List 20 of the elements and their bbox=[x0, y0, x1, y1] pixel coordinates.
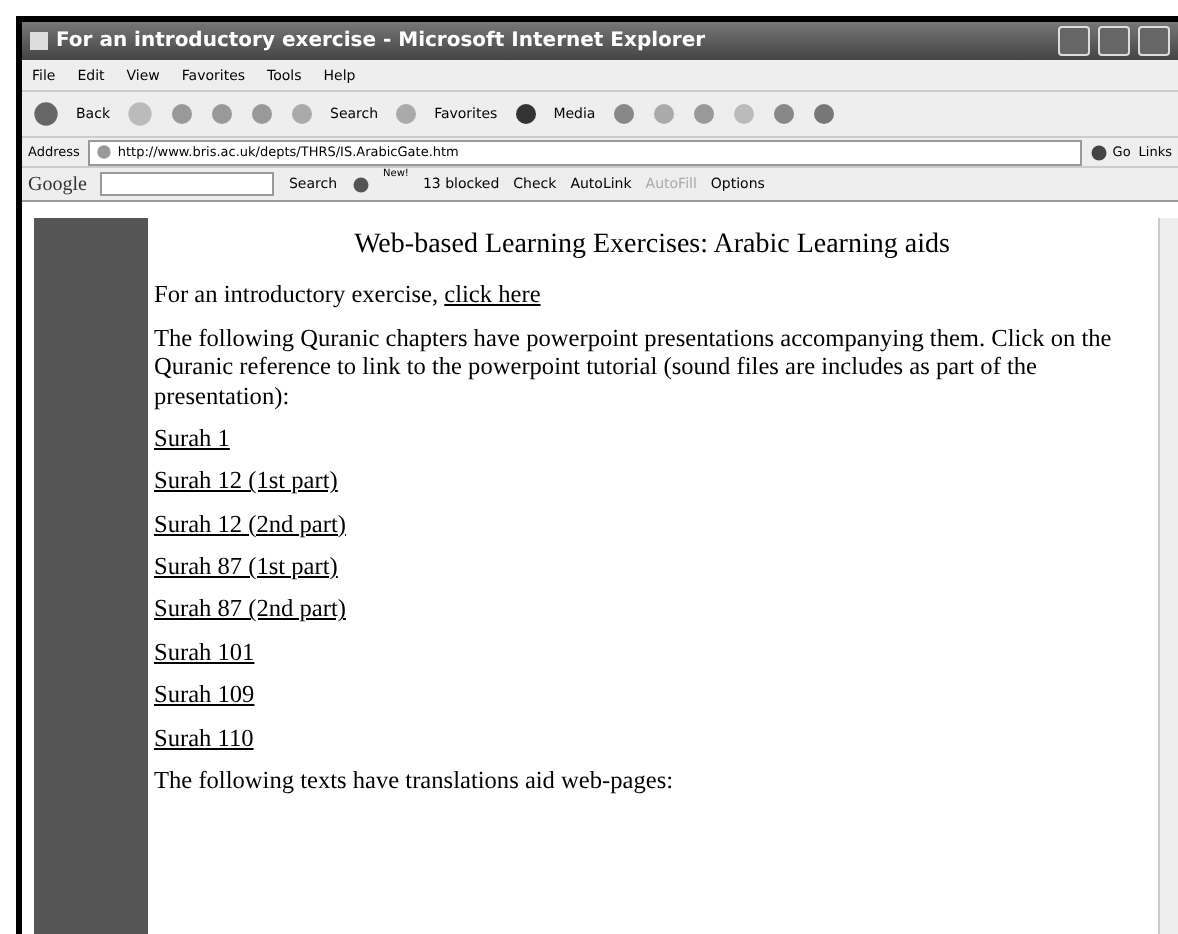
minimize-button[interactable] bbox=[1058, 26, 1090, 56]
surah-link[interactable]: Surah 109 bbox=[154, 680, 255, 709]
intro-link[interactable]: click here bbox=[444, 280, 541, 309]
surah-link[interactable]: Surah 1 bbox=[154, 423, 230, 452]
surah-link[interactable]: Surah 87 (2nd part) bbox=[154, 594, 346, 623]
surah-link[interactable]: Surah 87 (1st part) bbox=[154, 552, 338, 580]
surah-link[interactable]: Surah 101 bbox=[154, 637, 255, 666]
close-button[interactable] bbox=[1138, 26, 1170, 56]
window-title: For an introductory exercise - Microsoft Internet Explorer bbox=[56, 30, 708, 52]
google-logo[interactable]: Google bbox=[28, 173, 87, 195]
google-search-field[interactable] bbox=[100, 172, 275, 196]
maximize-button[interactable] bbox=[1098, 26, 1130, 56]
scrollbar[interactable] bbox=[1158, 218, 1178, 934]
paragraph-text: The following texts have translations aid web-pages: bbox=[154, 765, 676, 795]
surah-link[interactable]: Surah 12 (2nd part) bbox=[154, 509, 346, 538]
paragraph-text: The following Quranic chapters have powerpoint presentations accompanying them. Click on the Quranic reference to link to the powerpoint tutorial (sound files are includes as part of the presentation): bbox=[154, 323, 1114, 410]
intro-text: For an introductory exercise, bbox=[154, 280, 439, 309]
surah-link[interactable]: Surah 110 bbox=[154, 723, 254, 751]
surah-link[interactable]: Surah 12 (1st part) bbox=[154, 466, 338, 495]
page-heading: Web-based Learning Exercises: Arabic Learning aids bbox=[352, 230, 952, 263]
